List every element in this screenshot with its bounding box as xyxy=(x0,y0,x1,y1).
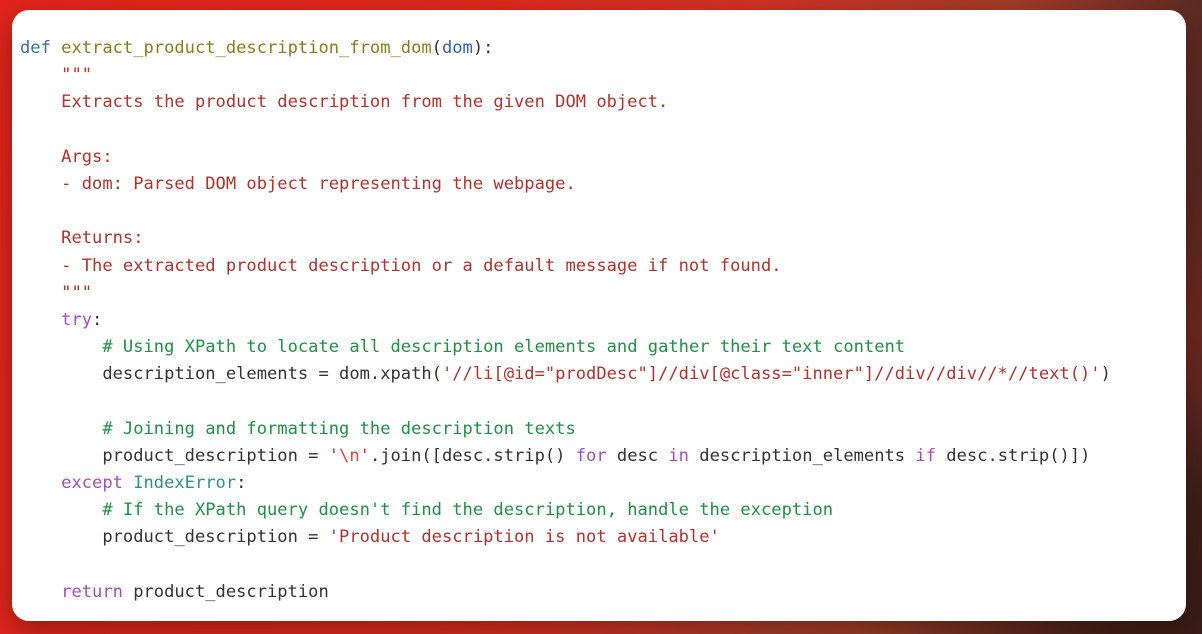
code-token-punct: ): xyxy=(472,38,494,58)
code-token-doc: - The extracted product description or a… xyxy=(20,255,782,276)
code-token-plain: description_elements = dom.xpath( xyxy=(20,364,442,385)
code-token-doc: - dom: Parsed DOM object representing th… xyxy=(20,173,576,194)
code-token-punct: : xyxy=(92,309,103,330)
code-token-com: # Using XPath to locate all description … xyxy=(102,337,906,358)
code-token-doc: """ xyxy=(20,282,93,303)
code-token-doc: Extracts the product description from th… xyxy=(20,92,669,113)
code-line: product_description = '\n'.join([desc.st… xyxy=(20,443,1186,470)
code-token-ctl: in xyxy=(668,445,689,466)
code-token-esc: \n xyxy=(339,445,360,466)
code-token-punct: ( xyxy=(431,38,442,58)
code-block[interactable]: def extract_product_description_from_dom… xyxy=(12,10,1186,606)
code-line: - The extracted product description or a… xyxy=(20,253,1186,280)
code-token-ctl: for xyxy=(575,445,607,466)
code-token-doc: """ xyxy=(20,65,93,86)
code-line: # Joining and formatting the description… xyxy=(20,416,1186,443)
code-token-param: dom xyxy=(441,38,473,58)
code-token-doc: 'Product description is not available' xyxy=(328,527,720,548)
code-line: Args: xyxy=(20,144,1186,171)
code-line: # Using XPath to locate all description … xyxy=(20,334,1186,361)
code-token-doc: ' xyxy=(359,445,370,466)
code-token-ctl: return xyxy=(61,581,123,602)
code-token-punct: ) xyxy=(1100,364,1111,385)
code-token-doc: Args: xyxy=(20,146,113,167)
code-line: try: xyxy=(20,307,1186,334)
code-token-com: # Joining and formatting the description… xyxy=(102,418,576,439)
code-token-doc: '//li[@id="prodDesc"]//div[@class="inner… xyxy=(441,364,1101,385)
code-token-exc: IndexError xyxy=(133,473,237,493)
code-token-doc: Returns: xyxy=(20,228,144,249)
code-line: Extracts the product description from th… xyxy=(20,89,1186,116)
code-line: Returns: xyxy=(20,225,1186,252)
code-line: return product_description xyxy=(20,579,1186,606)
code-token-plain: desc xyxy=(606,445,669,466)
code-token-ctl: if xyxy=(915,445,936,466)
code-line: - dom: Parsed DOM object representing th… xyxy=(20,171,1186,198)
code-token-com: # If the XPath query doesn't find the de… xyxy=(102,500,834,521)
code-line: # If the XPath query doesn't find the de… xyxy=(20,497,1186,524)
code-token-doc: ' xyxy=(328,445,340,466)
code-line: except IndexError: xyxy=(20,470,1186,497)
code-token-ctl: except xyxy=(61,473,123,493)
code-token-plain: desc.strip()]) xyxy=(936,445,1091,466)
code-token-kw: def xyxy=(20,38,51,58)
code-token-plain: .join([desc.strip() xyxy=(369,445,576,466)
code-token-punct: : xyxy=(236,473,247,493)
code-token-plain: product_description = xyxy=(20,445,329,466)
code-card: def extract_product_description_from_dom… xyxy=(12,10,1186,621)
code-token-plain: description_elements xyxy=(688,445,916,466)
code-token-plain: product_description = xyxy=(20,527,329,548)
code-line: """ xyxy=(20,62,1186,89)
code-line: product_description = 'Product descripti… xyxy=(20,524,1186,551)
code-line: def extract_product_description_from_dom… xyxy=(20,35,1186,62)
code-token-fname: extract_product_description_from_dom xyxy=(61,38,432,58)
code-token-plain: product_description xyxy=(122,581,329,602)
code-line: """ xyxy=(20,280,1186,307)
code-token-ctl: try xyxy=(61,309,93,330)
code-line: description_elements = dom.xpath('//li[@… xyxy=(20,361,1186,388)
